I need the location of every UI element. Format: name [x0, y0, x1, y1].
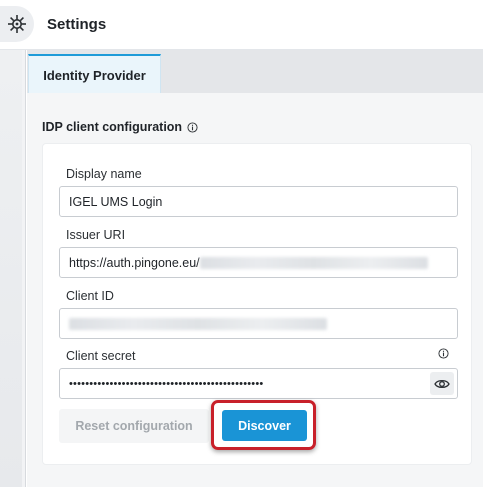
tab-identity-provider[interactable]: Identity Provider	[28, 54, 161, 94]
info-icon[interactable]	[187, 121, 198, 133]
discover-button[interactable]: Discover	[222, 410, 307, 441]
page-title: Settings	[47, 16, 107, 33]
display-name-field[interactable]: IGEL UMS Login	[59, 186, 458, 217]
app-header: Settings	[0, 0, 483, 50]
tab-strip: Identity Provider	[27, 50, 483, 94]
display-name-value: IGEL UMS Login	[69, 194, 163, 209]
settings-panel: IDP client configuration Display name IG…	[27, 93, 483, 487]
left-rail-background	[0, 50, 22, 487]
info-icon[interactable]	[438, 348, 449, 359]
main-content: Identity Provider IDP client configurati…	[27, 50, 483, 487]
redacted-text	[69, 317, 327, 330]
section-title: IDP client configuration	[42, 120, 198, 134]
eye-icon	[434, 379, 450, 388]
gear-network-icon	[8, 15, 26, 33]
client-secret-label: Client secret	[66, 349, 136, 363]
settings-gear-button[interactable]	[0, 6, 34, 42]
issuer-uri-value: https://auth.pingone.eu/	[69, 255, 200, 270]
reset-configuration-button[interactable]: Reset configuration	[59, 409, 209, 443]
issuer-uri-label: Issuer URI	[66, 228, 126, 242]
idp-config-card: Display name IGEL UMS Login Issuer URI h…	[42, 143, 472, 465]
client-id-label: Client ID	[66, 289, 114, 303]
client-secret-value: ••••••••••••••••••••••••••••••••••••••••…	[69, 377, 264, 390]
redacted-text	[199, 256, 428, 269]
show-secret-button[interactable]	[430, 372, 454, 395]
display-name-label: Display name	[66, 167, 142, 181]
section-title-text: IDP client configuration	[42, 120, 183, 134]
client-id-field[interactable]	[59, 308, 458, 339]
client-secret-field[interactable]: ••••••••••••••••••••••••••••••••••••••••…	[59, 368, 458, 399]
issuer-uri-field[interactable]: https://auth.pingone.eu/	[59, 247, 458, 278]
left-rail	[0, 50, 26, 487]
